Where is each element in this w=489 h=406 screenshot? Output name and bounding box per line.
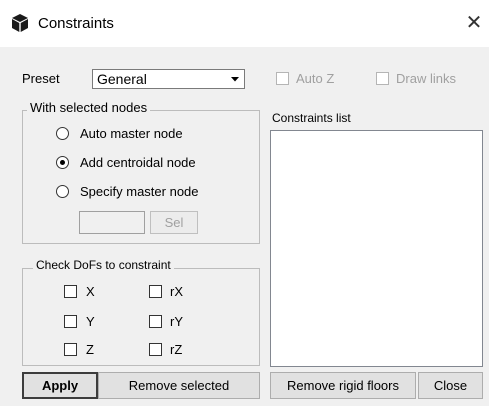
selected-nodes-legend: With selected nodes bbox=[27, 100, 151, 115]
preset-label: Preset bbox=[22, 71, 60, 86]
radio-selected-dot bbox=[60, 160, 65, 165]
preset-value: General bbox=[97, 71, 147, 87]
remove-selected-button[interactable]: Remove selected bbox=[98, 372, 260, 399]
preset-dropdown[interactable]: General bbox=[92, 69, 245, 89]
auto-z-label: Auto Z bbox=[296, 71, 335, 86]
master-node-input[interactable] bbox=[79, 211, 145, 234]
dof-rx-checkbox[interactable] bbox=[149, 285, 162, 298]
auto-master-node-label: Auto master node bbox=[80, 126, 183, 141]
dof-x-checkbox[interactable] bbox=[64, 285, 77, 298]
dof-rx-label: rX bbox=[170, 284, 183, 299]
close-button[interactable]: Close bbox=[418, 372, 483, 399]
dof-z-checkbox[interactable] bbox=[64, 343, 77, 356]
remove-rigid-floors-button[interactable]: Remove rigid floors bbox=[270, 372, 416, 399]
dof-ry-label: rY bbox=[170, 314, 183, 329]
dof-x-label: X bbox=[86, 284, 95, 299]
radio-add-centroidal-node[interactable] bbox=[56, 156, 69, 169]
draw-links-checkbox[interactable] bbox=[376, 72, 389, 85]
dofs-legend: Check DoFs to constraint bbox=[33, 258, 174, 272]
cube-icon bbox=[10, 13, 30, 33]
add-centroidal-node-label: Add centroidal node bbox=[80, 155, 196, 170]
radio-auto-master-node[interactable] bbox=[56, 127, 69, 140]
apply-button[interactable]: Apply bbox=[22, 372, 98, 399]
dof-rz-label: rZ bbox=[170, 342, 183, 357]
sel-button[interactable]: Sel bbox=[150, 211, 198, 234]
dof-z-label: Z bbox=[86, 342, 94, 357]
close-window-button[interactable]: ✕ bbox=[461, 10, 487, 36]
dofs-group bbox=[22, 268, 260, 366]
draw-links-label: Draw links bbox=[396, 71, 456, 86]
dof-y-label: Y bbox=[86, 314, 95, 329]
window-title: Constraints bbox=[38, 15, 114, 32]
constraints-listbox[interactable] bbox=[270, 130, 483, 367]
chevron-down-icon[interactable] bbox=[227, 71, 243, 87]
title-bar: Constraints ✕ bbox=[0, 0, 489, 47]
radio-specify-master-node[interactable] bbox=[56, 185, 69, 198]
dof-rz-checkbox[interactable] bbox=[149, 343, 162, 356]
dof-ry-checkbox[interactable] bbox=[149, 315, 162, 328]
constraints-list-label: Constraints list bbox=[272, 111, 351, 125]
auto-z-checkbox[interactable] bbox=[276, 72, 289, 85]
dof-y-checkbox[interactable] bbox=[64, 315, 77, 328]
specify-master-node-label: Specify master node bbox=[80, 184, 199, 199]
